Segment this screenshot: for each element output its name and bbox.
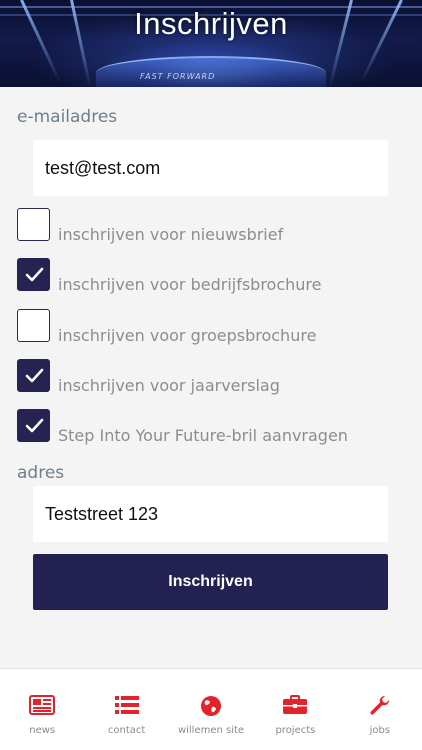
globe-icon <box>200 695 222 721</box>
checkbox-vr-glasses[interactable] <box>17 409 50 442</box>
tab-label: willemen site <box>177 725 245 736</box>
option-row-company-brochure[interactable]: inschrijven voor bedrijfsbrochure <box>17 258 417 294</box>
address-label: adres <box>17 463 65 483</box>
checkbox-newsletter[interactable] <box>17 208 50 241</box>
option-label: Step Into Your Future-bril aanvragen <box>58 426 348 445</box>
option-row-vr-glasses[interactable]: Step Into Your Future-bril aanvragen <box>17 409 417 445</box>
wrench-icon <box>369 695 391 721</box>
checkbox-annual-report[interactable] <box>17 359 50 392</box>
email-field[interactable]: test@test.com <box>33 140 388 196</box>
tab-news[interactable]: news <box>0 669 84 750</box>
option-row-newsletter[interactable]: inschrijven voor nieuwsbrief <box>17 208 417 244</box>
page-title: Inschrijven <box>134 6 288 41</box>
newspaper-icon <box>29 695 56 719</box>
tab-projects[interactable]: projects <box>253 669 337 750</box>
option-label: inschrijven voor nieuwsbrief <box>58 225 284 244</box>
checkbox-company-brochure[interactable] <box>17 258 50 291</box>
tab-label: news <box>29 725 56 736</box>
option-label: inschrijven voor groepsbrochure <box>58 326 317 345</box>
option-row-group-brochure[interactable]: inschrijven voor groepsbrochure <box>17 309 417 345</box>
submit-button[interactable]: Inschrijven <box>33 554 388 610</box>
checkmark-icon <box>25 418 44 433</box>
tab-bar: news contact willemen site projects jobs <box>0 668 422 750</box>
tab-label: projects <box>275 725 316 736</box>
option-label: inschrijven voor bedrijfsbrochure <box>58 275 322 294</box>
checkmark-icon <box>25 368 44 383</box>
checkmark-icon <box>25 267 44 282</box>
tab-willemen-site[interactable]: willemen site <box>169 669 253 750</box>
option-label: inschrijven voor jaarverslag <box>58 376 280 395</box>
option-row-annual-report[interactable]: inschrijven voor jaarverslag <box>17 359 417 395</box>
stage-text: FAST FORWARD <box>140 72 216 81</box>
tab-label: jobs <box>369 725 391 736</box>
tab-contact[interactable]: contact <box>84 669 168 750</box>
address-field[interactable]: Teststreet 123 <box>33 486 388 542</box>
header-banner: FAST FORWARD Inschrijven <box>0 0 422 87</box>
tab-label: contact <box>107 725 146 736</box>
tab-jobs[interactable]: jobs <box>338 669 422 750</box>
checkbox-group-brochure[interactable] <box>17 309 50 342</box>
list-icon <box>114 695 139 719</box>
briefcase-icon <box>283 695 308 719</box>
email-label: e-mailadres <box>17 107 118 127</box>
